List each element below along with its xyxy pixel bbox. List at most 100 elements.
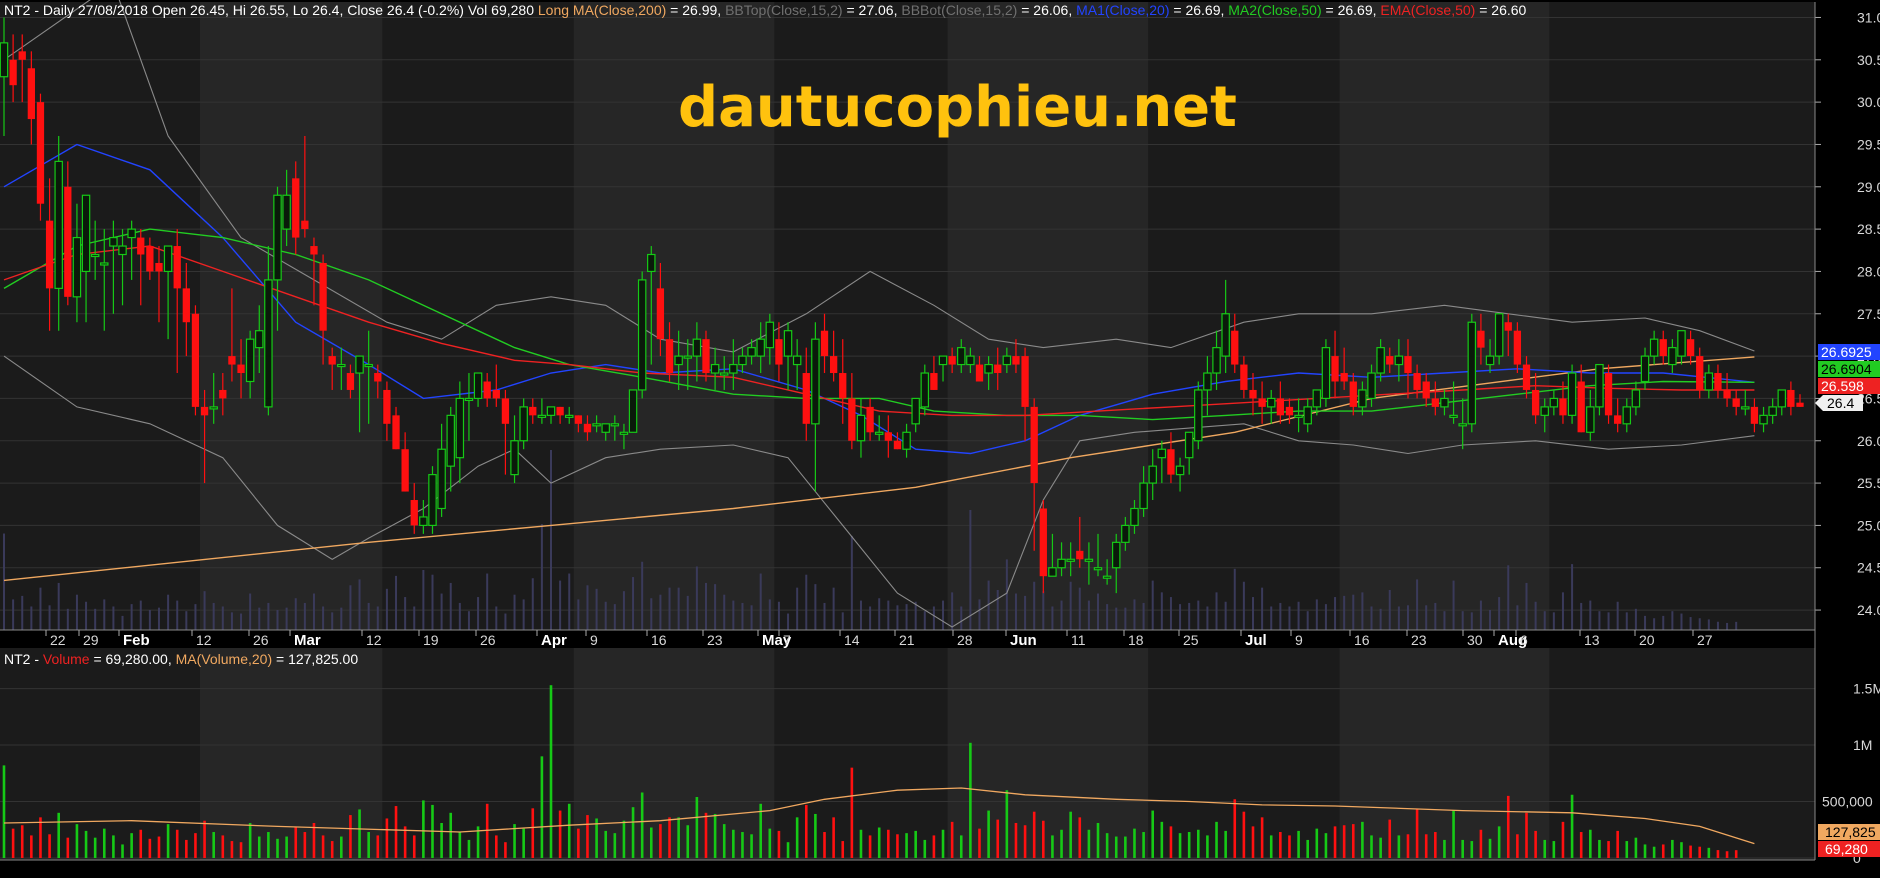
volume-tick-label: 1M — [1853, 737, 1872, 753]
price-tick-label: 31.0 — [1857, 9, 1880, 25]
volume-bar — [1607, 841, 1610, 858]
volume-bar — [2, 765, 6, 858]
volume-bar — [1388, 819, 1392, 858]
price-volume-shadow — [1352, 594, 1355, 630]
candle-body — [1240, 364, 1248, 390]
volume-bar — [239, 842, 243, 858]
price-volume-shadow — [340, 607, 343, 630]
header-segment: = 26.60 — [1475, 2, 1526, 18]
volume-bar — [1589, 829, 1592, 858]
candle-body — [219, 389, 227, 399]
price-volume-shadow — [586, 585, 589, 630]
price-volume-shadow — [1005, 559, 1008, 630]
price-volume-shadow — [878, 598, 881, 630]
candle-body — [656, 288, 665, 340]
volume-bar — [1279, 832, 1282, 858]
volume-bar — [412, 835, 416, 858]
price-volume-shadow — [194, 604, 197, 630]
price-tick-label: 25.0 — [1857, 517, 1880, 533]
candle-body — [601, 423, 610, 433]
volume-bar — [57, 812, 61, 858]
candle-body — [902, 431, 911, 450]
volume-bar — [148, 838, 152, 858]
volume-bar — [859, 829, 863, 858]
candle-body — [1404, 356, 1412, 374]
price-volume-shadow — [103, 599, 106, 630]
price-volume-shadow — [723, 594, 726, 630]
price-volume-shadow — [1388, 590, 1391, 630]
candle-body — [874, 431, 884, 435]
header-segment: = 26.69, — [1169, 2, 1228, 18]
stock-chart[interactable]: 31.030.530.029.529.028.528.027.527.026.5… — [0, 0, 1880, 878]
volume-bar — [841, 841, 845, 858]
date-tick-label: 16 — [1354, 632, 1370, 648]
volume-bar — [850, 767, 854, 858]
date-tick-label: 21 — [899, 632, 915, 648]
price-volume-shadow — [1662, 615, 1665, 630]
price-volume-shadow — [1142, 602, 1145, 630]
candle-body — [747, 347, 756, 357]
candle-body — [364, 363, 373, 368]
price-volume-shadow — [486, 573, 489, 630]
price-volume-shadow — [1507, 565, 1510, 630]
volume-bar — [248, 822, 252, 858]
candle-body — [1413, 373, 1421, 390]
candle-body — [1321, 347, 1331, 400]
volume-bar — [1096, 822, 1100, 858]
price-volume-shadow — [1106, 604, 1109, 630]
volume-bar — [1570, 794, 1574, 858]
price-volume-shadow — [732, 600, 735, 630]
price-volume-shadow — [1443, 611, 1446, 630]
volume-bar — [1552, 841, 1556, 858]
candle-body — [237, 364, 245, 374]
candle-body — [301, 220, 309, 230]
volume-bar — [130, 833, 133, 858]
price-volume-shadow — [932, 606, 935, 630]
price-volume-shadow — [458, 602, 461, 630]
volume-bar — [221, 835, 225, 858]
price-volume-shadow — [249, 593, 252, 630]
price-volume-shadow — [230, 612, 233, 630]
candle-body — [1723, 389, 1731, 399]
candle-body — [975, 364, 984, 382]
candle-body — [957, 347, 966, 366]
candle-body — [464, 397, 474, 402]
candle-body — [802, 373, 810, 424]
candle-body — [1422, 381, 1430, 399]
volume-bar — [1014, 822, 1018, 858]
candle-body — [583, 423, 592, 433]
header-segment: = 27.06, — [843, 2, 902, 18]
volume-bar — [950, 821, 954, 858]
candle-body — [155, 262, 163, 272]
candle-body — [446, 414, 455, 467]
volume-bar — [349, 815, 352, 858]
volume-bar — [1598, 839, 1601, 858]
volume-bar — [868, 835, 872, 858]
candle-body — [1732, 398, 1740, 407]
volume-bar — [175, 829, 179, 858]
date-tick-label: 16 — [651, 632, 667, 648]
volume-bar — [923, 839, 927, 858]
price-volume-shadow — [203, 591, 206, 630]
volume-bar — [704, 812, 708, 858]
price-volume-shadow — [1133, 599, 1136, 630]
price-volume-shadow — [841, 612, 844, 630]
candle-body — [1111, 541, 1121, 569]
candle-body — [1631, 389, 1641, 408]
candle-body — [0, 42, 9, 78]
header-segment: NT2 - — [4, 651, 43, 667]
price-volume-shadow — [1279, 602, 1282, 630]
price-volume-shadow — [3, 533, 5, 630]
price-volume-shadow — [1598, 611, 1601, 630]
candle-body — [255, 330, 264, 349]
candle-body — [765, 321, 775, 349]
volume-panel[interactable] — [0, 648, 1815, 860]
volume-bar — [1671, 839, 1674, 858]
candle-body — [1358, 389, 1367, 408]
candle-body — [1467, 321, 1477, 425]
price-volume-shadow — [477, 597, 480, 630]
date-tick-label: 28 — [957, 632, 973, 648]
volume-bar — [1625, 841, 1629, 858]
candle-body — [1331, 356, 1339, 382]
candle-body — [90, 253, 100, 258]
